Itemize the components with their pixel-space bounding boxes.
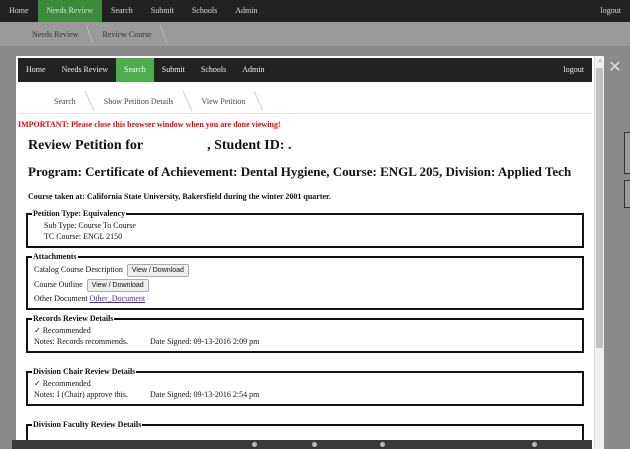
modal-nav-bar: Home Needs Review Search Submit Schools …: [18, 58, 592, 82]
footer-dot: [252, 442, 257, 447]
crumb-search[interactable]: Search: [40, 97, 90, 106]
background-panel-edge: [624, 180, 630, 208]
petition-modal: Home Needs Review Search Submit Schools …: [16, 56, 604, 449]
modal-scrollbar[interactable]: ^: [594, 56, 604, 449]
petition-type-legend: Petition Type: Equivalency: [33, 209, 126, 218]
chair-date-signed: Date Signed: 09-13-2016 2:54 pm: [149, 390, 260, 399]
tc-course-text: TC Course: ENGL 2150: [44, 232, 123, 241]
nav-search[interactable]: Search: [116, 58, 154, 82]
outline-row: Course Outline View / Download: [34, 278, 576, 293]
review-title-prefix: Review Petition for: [28, 138, 144, 153]
check-icon: ✓: [34, 379, 41, 388]
records-status: Recommended: [42, 326, 91, 335]
nav-home[interactable]: Home: [18, 58, 54, 82]
crumb-show-petition-details[interactable]: Show Petition Details: [90, 97, 188, 106]
petition-type-fieldset: Petition Type: Equivalency Sub Type: Cou…: [26, 209, 584, 248]
bg-logout-link[interactable]: logout: [592, 0, 630, 22]
nav-submit[interactable]: Submit: [154, 58, 193, 82]
important-warning: IMPORTANT: Please close this browser win…: [18, 120, 281, 129]
footer-bar: [12, 440, 592, 449]
footer-dot: [312, 442, 317, 447]
other-document-label: Other Document: [34, 294, 88, 303]
bg-nav-needs-review[interactable]: Needs Review: [37, 0, 102, 22]
bg-crumb-review-course[interactable]: Review Course: [90, 30, 163, 39]
footer-dot: [532, 442, 537, 447]
records-review-legend: Records Review Details: [33, 314, 114, 323]
chair-notes: Notes: I (Chair) approve this.: [34, 390, 128, 399]
outline-label: Course Outline: [34, 280, 83, 289]
close-modal-button[interactable]: ✕: [606, 58, 624, 76]
bg-nav-schools[interactable]: Schools: [183, 0, 226, 22]
bg-nav-home[interactable]: Home: [0, 0, 38, 22]
bg-nav-submit[interactable]: Submit: [142, 0, 183, 22]
outline-view-download-button[interactable]: View / Download: [86, 279, 149, 292]
nav-needs-review[interactable]: Needs Review: [54, 58, 116, 82]
breadcrumb: Search Show Petition Details View Petiti…: [18, 90, 592, 114]
nav-schools[interactable]: Schools: [193, 58, 234, 82]
course-taken-text: Course taken at: California State Univer…: [28, 192, 331, 201]
chair-status-row: ✓ Recommended: [34, 378, 576, 389]
records-notes: Notes: Records recommends.: [34, 337, 128, 346]
catalog-view-download-button[interactable]: View / Download: [126, 264, 189, 277]
chair-notes-row: Notes: I (Chair) approve this. Date Sign…: [34, 389, 576, 400]
background-nav-bar: Home Needs Review Search Submit Schools …: [0, 0, 630, 22]
attachments-fieldset: Attachments Catalog Course Description V…: [26, 252, 584, 310]
records-status-row: ✓ Recommended: [34, 325, 576, 336]
check-icon: ✓: [34, 326, 41, 335]
division-faculty-legend: Division Faculty Review Details: [33, 420, 142, 429]
crumb-view-petition[interactable]: View Petition: [188, 97, 260, 106]
division-chair-fieldset: Division Chair Review Details ✓ Recommen…: [26, 367, 584, 406]
program-title: Program: Certificate of Achievement: Den…: [28, 164, 572, 179]
footer-dot: [380, 442, 385, 447]
records-date-signed: Date Signed: 09-13-2016 2:09 pm: [149, 337, 260, 346]
other-document-link[interactable]: Other_Document: [90, 294, 146, 303]
review-title: Review Petition for , Student ID: .: [28, 138, 592, 154]
review-title-suffix: , Student ID: .: [207, 138, 292, 153]
records-review-fieldset: Records Review Details ✓ Recommended Not…: [26, 314, 584, 353]
other-document-row: Other Document Other_Document: [34, 293, 576, 304]
background-breadcrumb: Needs Review Review Course: [0, 22, 630, 46]
bg-nav-admin[interactable]: Admin: [226, 0, 266, 22]
sub-type-text: Sub Type: Course To Course: [44, 221, 136, 230]
scroll-up-arrow-icon[interactable]: ^: [595, 56, 604, 68]
nav-admin[interactable]: Admin: [234, 58, 272, 82]
catalog-label: Catalog Course Description: [34, 265, 123, 274]
chair-status: Recommended: [42, 379, 91, 388]
records-notes-row: Notes: Records recommends. Date Signed: …: [34, 336, 576, 347]
bg-nav-search[interactable]: Search: [102, 0, 142, 22]
catalog-row: Catalog Course Description View / Downlo…: [34, 263, 576, 278]
division-chair-legend: Division Chair Review Details: [33, 367, 136, 376]
logout-link[interactable]: logout: [556, 58, 592, 82]
scroll-thumb[interactable]: [596, 68, 603, 348]
attachments-legend: Attachments: [33, 252, 77, 261]
petition-content: IMPORTANT: Please close this browser win…: [16, 120, 592, 449]
bg-crumb-needs-review[interactable]: Needs Review: [20, 30, 90, 39]
background-panel-edge: [624, 132, 630, 174]
